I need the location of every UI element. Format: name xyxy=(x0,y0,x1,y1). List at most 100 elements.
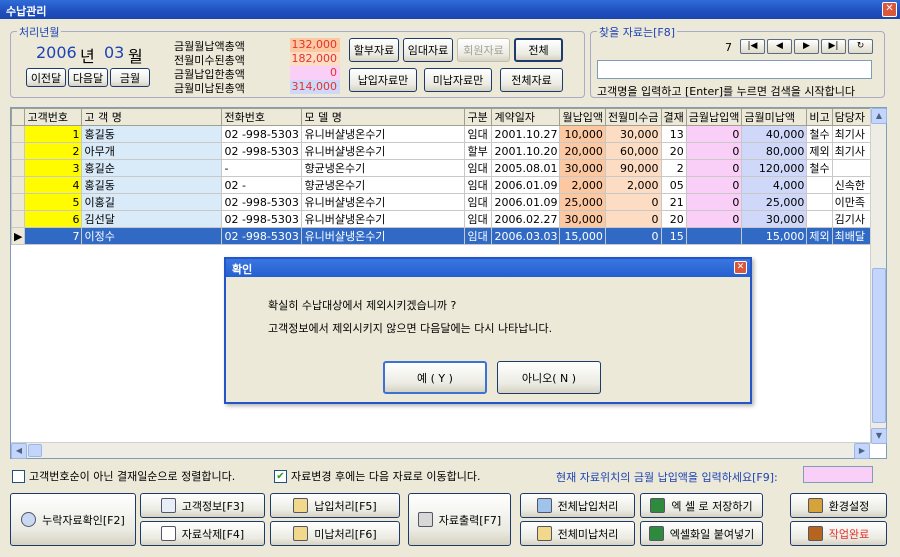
cell-date[interactable]: 2006.02.27 xyxy=(491,210,561,228)
cell-code[interactable]: 1 xyxy=(24,125,83,143)
cell-monthly-pay[interactable]: 25,000 xyxy=(559,193,606,211)
cell-phone[interactable]: - xyxy=(221,159,303,177)
cell-unpaid[interactable]: 15,000 xyxy=(741,227,808,245)
pay-process-button[interactable]: 납입처리[F5] xyxy=(270,493,400,518)
cell-unpaid[interactable]: 120,000 xyxy=(741,159,808,177)
cell-model[interactable]: 유니버샬냉온수기 xyxy=(301,210,466,228)
table-row[interactable]: 4 홍길동 02 - 향균냉온수기 임대 2006.01.09 2,000 2,… xyxy=(10,176,873,194)
filter-member-button[interactable]: 회원자료 xyxy=(457,38,510,62)
row-header[interactable] xyxy=(10,193,26,211)
cell-monthly-pay[interactable]: 30,000 xyxy=(559,210,606,228)
scroll-up-icon[interactable]: ▲ xyxy=(871,108,887,124)
pay-all-button[interactable]: 전체납입처리 xyxy=(520,493,635,518)
col-header[interactable]: 담당자 xyxy=(831,108,873,126)
cell-code[interactable]: 5 xyxy=(24,193,83,211)
hscroll-thumb[interactable] xyxy=(28,444,42,457)
print-button[interactable]: 자료출력[F7] xyxy=(408,493,511,546)
cell-type[interactable]: 임대 xyxy=(464,176,493,194)
customer-info-button[interactable]: 고객정보[F3] xyxy=(140,493,265,518)
cell-monthly-pay[interactable]: 10,000 xyxy=(559,125,606,143)
cell-unpaid[interactable]: 40,000 xyxy=(741,125,808,143)
col-header[interactable]: 전월미수금 xyxy=(604,108,662,126)
cell-prev-due[interactable]: 0 xyxy=(604,210,662,228)
cell-type[interactable]: 임대 xyxy=(464,227,493,245)
row-marker[interactable]: ▶ xyxy=(10,227,26,245)
cell-note[interactable] xyxy=(806,176,833,194)
cell-phone[interactable]: 02 - xyxy=(221,176,303,194)
cell-name[interactable]: 이홍길 xyxy=(81,193,223,211)
cell-billing-day[interactable]: 2 xyxy=(660,159,687,177)
cell-prev-due[interactable]: 30,000 xyxy=(604,125,662,143)
cell-name[interactable]: 아무개 xyxy=(81,142,223,160)
table-row[interactable]: 3 홍길순 - 향균냉온수기 임대 2005.08.01 30,000 90,0… xyxy=(10,159,873,177)
col-header[interactable]: 전화번호 xyxy=(221,108,303,126)
paste-excel-button[interactable]: 엑셀화일 붙여넣기 xyxy=(640,521,763,546)
cell-code[interactable]: 4 xyxy=(24,176,83,194)
unpay-process-button[interactable]: 미납처리[F6] xyxy=(270,521,400,546)
current-month-button[interactable]: 금월 xyxy=(110,68,150,87)
cell-model[interactable]: 유니버샬냉온수기 xyxy=(301,193,466,211)
row-header[interactable] xyxy=(10,176,26,194)
col-header[interactable]: 모 델 명 xyxy=(301,108,466,126)
cell-code[interactable]: 6 xyxy=(24,210,83,228)
cell-manager[interactable]: 최기사 xyxy=(831,142,873,160)
table-row[interactable]: 5 이홍길 02 -998-5303 유니버샬냉온수기 임대 2006.01.0… xyxy=(10,193,873,211)
col-header[interactable]: 월납입액 xyxy=(559,108,606,126)
cell-code[interactable]: 2 xyxy=(24,142,83,160)
cell-date[interactable]: 2006.01.09 xyxy=(491,193,561,211)
cell-billing-day[interactable]: 20 xyxy=(660,142,687,160)
cell-monthly-pay[interactable]: 15,000 xyxy=(559,227,606,245)
cell-name[interactable]: 홍길순 xyxy=(81,159,223,177)
cell-code[interactable]: 3 xyxy=(24,159,83,177)
cell-type[interactable]: 임대 xyxy=(464,210,493,228)
table-row-selected[interactable]: ▶ 7 이정수 02 -998-5303 유니버샬냉온수기 임대 2006.03… xyxy=(10,227,873,245)
scroll-right-icon[interactable]: ▶ xyxy=(854,443,870,459)
sort-by-billing-checkbox[interactable]: 고객번호순이 아닌 결재일순으로 정렬합니다. xyxy=(12,468,235,484)
scroll-left-icon[interactable]: ◀ xyxy=(11,443,27,459)
cell-note[interactable]: 철수 xyxy=(806,125,833,143)
close-icon[interactable]: ✕ xyxy=(882,2,897,17)
table-row[interactable]: 6 김선달 02 -998-5303 유니버샬냉온수기 임대 2006.02.2… xyxy=(10,210,873,228)
cell-date[interactable]: 2001.10.27 xyxy=(491,125,561,143)
col-header[interactable]: 고 객 명 xyxy=(81,108,223,126)
cell-manager[interactable]: 이만족 xyxy=(831,193,873,211)
payment-input[interactable] xyxy=(803,466,873,483)
cell-name[interactable]: 이정수 xyxy=(81,227,223,245)
row-header[interactable] xyxy=(10,125,26,143)
last-record-button[interactable]: ▶| xyxy=(821,39,846,54)
cell-note[interactable] xyxy=(806,193,833,211)
col-header[interactable]: 계약일자 xyxy=(491,108,561,126)
cell-monthly-pay[interactable]: 30,000 xyxy=(559,159,606,177)
cell-unpaid[interactable]: 30,000 xyxy=(741,210,808,228)
col-header[interactable]: 금월납입액 xyxy=(685,108,743,126)
cell-paid[interactable]: 0 xyxy=(685,142,743,160)
cell-manager[interactable] xyxy=(831,159,873,177)
sort-checkbox-box[interactable] xyxy=(12,469,25,483)
col-header[interactable]: 구분 xyxy=(464,108,493,126)
all-data-button[interactable]: 전체자료 xyxy=(500,68,563,92)
cell-type[interactable]: 임대 xyxy=(464,193,493,211)
cell-note[interactable] xyxy=(806,210,833,228)
finish-button[interactable]: 작업완료 xyxy=(790,521,887,546)
first-record-button[interactable]: |◀ xyxy=(740,39,765,54)
cell-manager[interactable]: 최배달 xyxy=(831,227,873,245)
filter-installment-button[interactable]: 할부자료 xyxy=(349,38,399,62)
cell-monthly-pay[interactable]: 2,000 xyxy=(559,176,606,194)
save-excel-button[interactable]: 엑 셀 로 저장하기 xyxy=(640,493,763,518)
cell-model[interactable]: 유니버샬냉온수기 xyxy=(301,227,466,245)
scroll-down-icon[interactable]: ▼ xyxy=(871,428,887,444)
row-header[interactable] xyxy=(10,142,26,160)
table-row[interactable]: 2 아무개 02 -998-5303 유니버샬냉온수기 할부 2001.10.2… xyxy=(10,142,873,160)
settings-button[interactable]: 환경설정 xyxy=(790,493,887,518)
col-header[interactable]: 금월미납액 xyxy=(741,108,808,126)
unpaid-only-button[interactable]: 미납자료만 xyxy=(424,68,492,92)
cell-paid[interactable]: 0 xyxy=(685,176,743,194)
cell-billing-day[interactable]: 05 xyxy=(660,176,687,194)
dialog-yes-button[interactable]: 예 ( Y ) xyxy=(383,361,487,394)
cell-prev-due[interactable]: 0 xyxy=(604,193,662,211)
cell-type[interactable]: 임대 xyxy=(464,159,493,177)
cell-unpaid[interactable]: 25,000 xyxy=(741,193,808,211)
auto-next-checkbox[interactable]: ✔ 자료변경 후에는 다음 자료로 이동합니다. xyxy=(274,468,481,484)
cell-prev-due[interactable]: 2,000 xyxy=(604,176,662,194)
col-header[interactable]: 비고 xyxy=(806,108,833,126)
